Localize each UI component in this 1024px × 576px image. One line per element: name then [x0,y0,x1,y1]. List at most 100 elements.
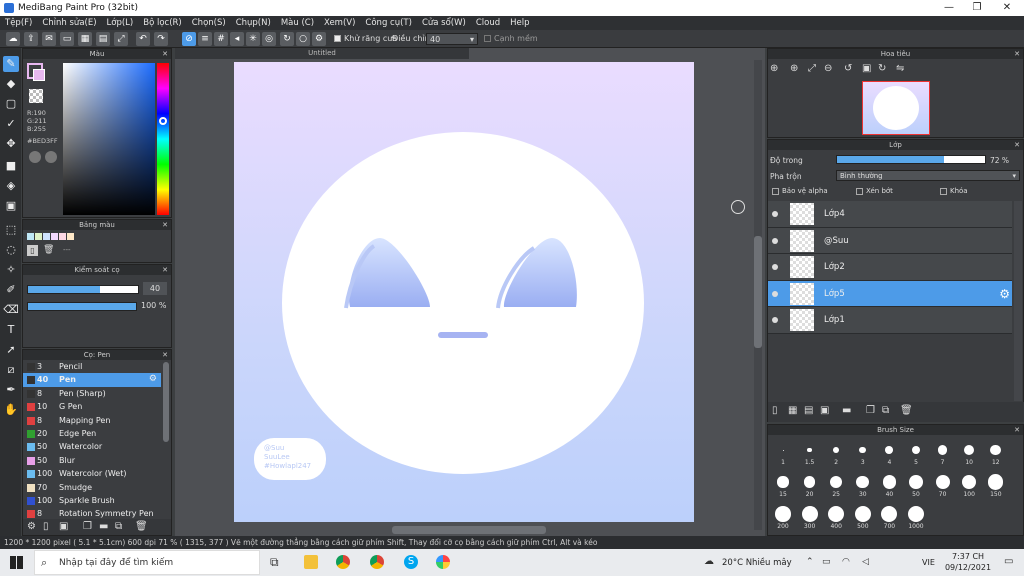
page-icon[interactable]: ▭ [60,32,74,46]
wifi-icon[interactable]: ◠ [842,557,850,567]
snap-concentric-icon[interactable]: ◎ [262,32,276,46]
palette-swatch[interactable] [43,233,50,240]
palette-swatch[interactable] [35,233,42,240]
hue-slider[interactable] [157,63,169,215]
flip-icon[interactable]: ⇋ [896,63,910,77]
new-brush-icon[interactable]: ▯ [43,521,49,532]
new-palette-icon[interactable]: ▯ [27,245,38,256]
snap-off-icon[interactable]: ⊘ [182,32,196,46]
brush-size-option[interactable]: 500 [850,505,876,535]
clipping-checkbox[interactable] [856,188,863,195]
add-brush-icon[interactable]: ⚙ [27,521,36,532]
canvas-paper[interactable]: @Suu SuuLee #Howlapl247 [234,62,694,522]
canvas-vertical-thumb[interactable] [754,236,762,348]
select-rect-icon[interactable]: ⬚ [3,222,19,238]
eyedropper-icon[interactable]: ✒ [3,382,19,398]
soft-edge-checkbox[interactable] [484,35,491,42]
adjust-select[interactable]: 40 ▾ [426,33,478,45]
notification-icon[interactable]: ▭ [1004,556,1013,567]
file-explorer-icon[interactable] [304,555,318,569]
layer-visibility-icon[interactable] [772,211,778,217]
select-eraser-icon[interactable]: ⌫ [3,302,19,318]
operation-tool-icon[interactable]: ➚ [3,342,19,358]
brush-size-option[interactable]: 150 [983,473,1009,503]
menu-help[interactable]: Help [505,16,534,30]
saturation-value-picker[interactable] [63,63,155,215]
panel-close-icon[interactable]: ✕ [162,49,168,59]
comment-icon[interactable]: ✉ [42,32,56,46]
menu-window[interactable]: Cửa sổ(W) [417,16,471,30]
duplicate-layer-icon[interactable]: ❐ [866,405,875,416]
brush-tool-icon[interactable]: ✎ [3,56,19,72]
delete-brush-icon[interactable]: 🗑 [135,521,148,532]
navigator-preview[interactable] [862,81,930,135]
color-picker-icon[interactable] [45,151,57,163]
brush-size-option[interactable]: 5 [903,441,929,471]
brush-item[interactable]: 3 Pencil [23,360,161,373]
text-tool-icon[interactable]: T [3,322,19,338]
brush-size-option[interactable]: 20 [797,473,823,503]
brush-size-option[interactable]: 15 [770,473,796,503]
brush-item[interactable]: 8 Pen (Sharp) [23,387,161,400]
layer-scrollbar[interactable] [1014,201,1022,401]
export-icon[interactable]: ⇪ [24,32,38,46]
snap-radial-icon[interactable]: ✳ [246,32,260,46]
brush-size-option[interactable]: 3 [850,441,876,471]
brush-size-option[interactable]: 70 [930,473,956,503]
tray-chevron-icon[interactable]: ⌃ [806,557,814,567]
brush-opacity-slider[interactable] [27,302,137,311]
panel-close-icon[interactable]: ✕ [1014,49,1020,59]
protect-alpha-checkbox[interactable] [772,188,779,195]
menu-color[interactable]: Màu (C) [276,16,319,30]
volume-icon[interactable]: ◁ [862,557,869,567]
brush-size-option[interactable]: 1.5 [797,441,823,471]
brush-size-option[interactable]: 25 [823,473,849,503]
input-language[interactable]: VIE [922,558,935,567]
close-button[interactable]: ✕ [992,0,1022,16]
brush-folder-icon[interactable]: ▬ [99,521,108,532]
brush-size-option[interactable]: 1 [770,441,796,471]
cloud-icon[interactable]: ☁ [6,32,20,46]
panel-close-icon[interactable]: ✕ [1014,140,1020,150]
menu-view[interactable]: Xem(V) [319,16,360,30]
shape-tool-icon[interactable]: ■ [3,158,19,174]
zoom-fit-icon[interactable]: ⊕ [790,63,804,77]
brush-size-slider[interactable] [27,285,139,294]
brush-item[interactable]: 70 Smudge [23,481,161,494]
panel-close-icon[interactable]: ✕ [162,220,168,230]
lock-checkbox[interactable] [940,188,947,195]
layout-icon[interactable]: ▤ [96,32,110,46]
brush-item[interactable]: 8 Mapping Pen [23,414,161,427]
gradient-tool-icon[interactable]: ▣ [3,198,19,214]
menu-snap[interactable]: Chụp(N) [231,16,276,30]
brush-size-option[interactable]: 50 [903,473,929,503]
layer-visibility-icon[interactable] [772,290,778,297]
hand-tool-icon[interactable]: ✋ [3,402,19,418]
brush-list-scrollbar[interactable] [163,362,169,442]
windows-start-icon[interactable] [10,556,23,569]
brush-size-option[interactable]: 12 [983,441,1009,471]
snap-circle-icon[interactable]: ○ [296,32,310,46]
snap-grid-icon[interactable]: # [214,32,228,46]
eraser-tool-icon[interactable]: ◆ [3,76,19,92]
lasso-icon[interactable]: ◌ [3,242,19,258]
minimize-button[interactable]: — [934,0,964,16]
brush-size-option[interactable]: 200 [770,505,796,535]
layer-row[interactable]: Lớp4 [768,201,1012,228]
rotate-right-icon[interactable]: ↻ [878,63,892,77]
brush-menu-icon[interactable]: ▣ [59,521,68,532]
brush-size-option[interactable]: 300 [797,505,823,535]
brush-item[interactable]: 10 G Pen [23,400,161,413]
zoom-out-icon[interactable]: ⊖ [824,63,838,77]
panel-close-icon[interactable]: ✕ [1014,425,1020,435]
select-pen-icon[interactable]: ✓ [3,116,19,132]
new-halftone-layer-icon[interactable]: ▦ [788,405,797,416]
brush-size-option[interactable]: 4 [876,441,902,471]
dot-tool-icon[interactable]: ▢ [3,96,19,112]
divide-tool-icon[interactable]: ⧄ [3,362,19,378]
brush-item[interactable]: 100 Watercolor (Wet) [23,467,161,480]
fill-tool-icon[interactable]: ◈ [3,178,19,194]
brush-size-option[interactable]: 40 [876,473,902,503]
layer-row[interactable]: Lớp1 [768,307,1012,334]
merge-layer-icon[interactable]: ⧉ [882,405,889,416]
